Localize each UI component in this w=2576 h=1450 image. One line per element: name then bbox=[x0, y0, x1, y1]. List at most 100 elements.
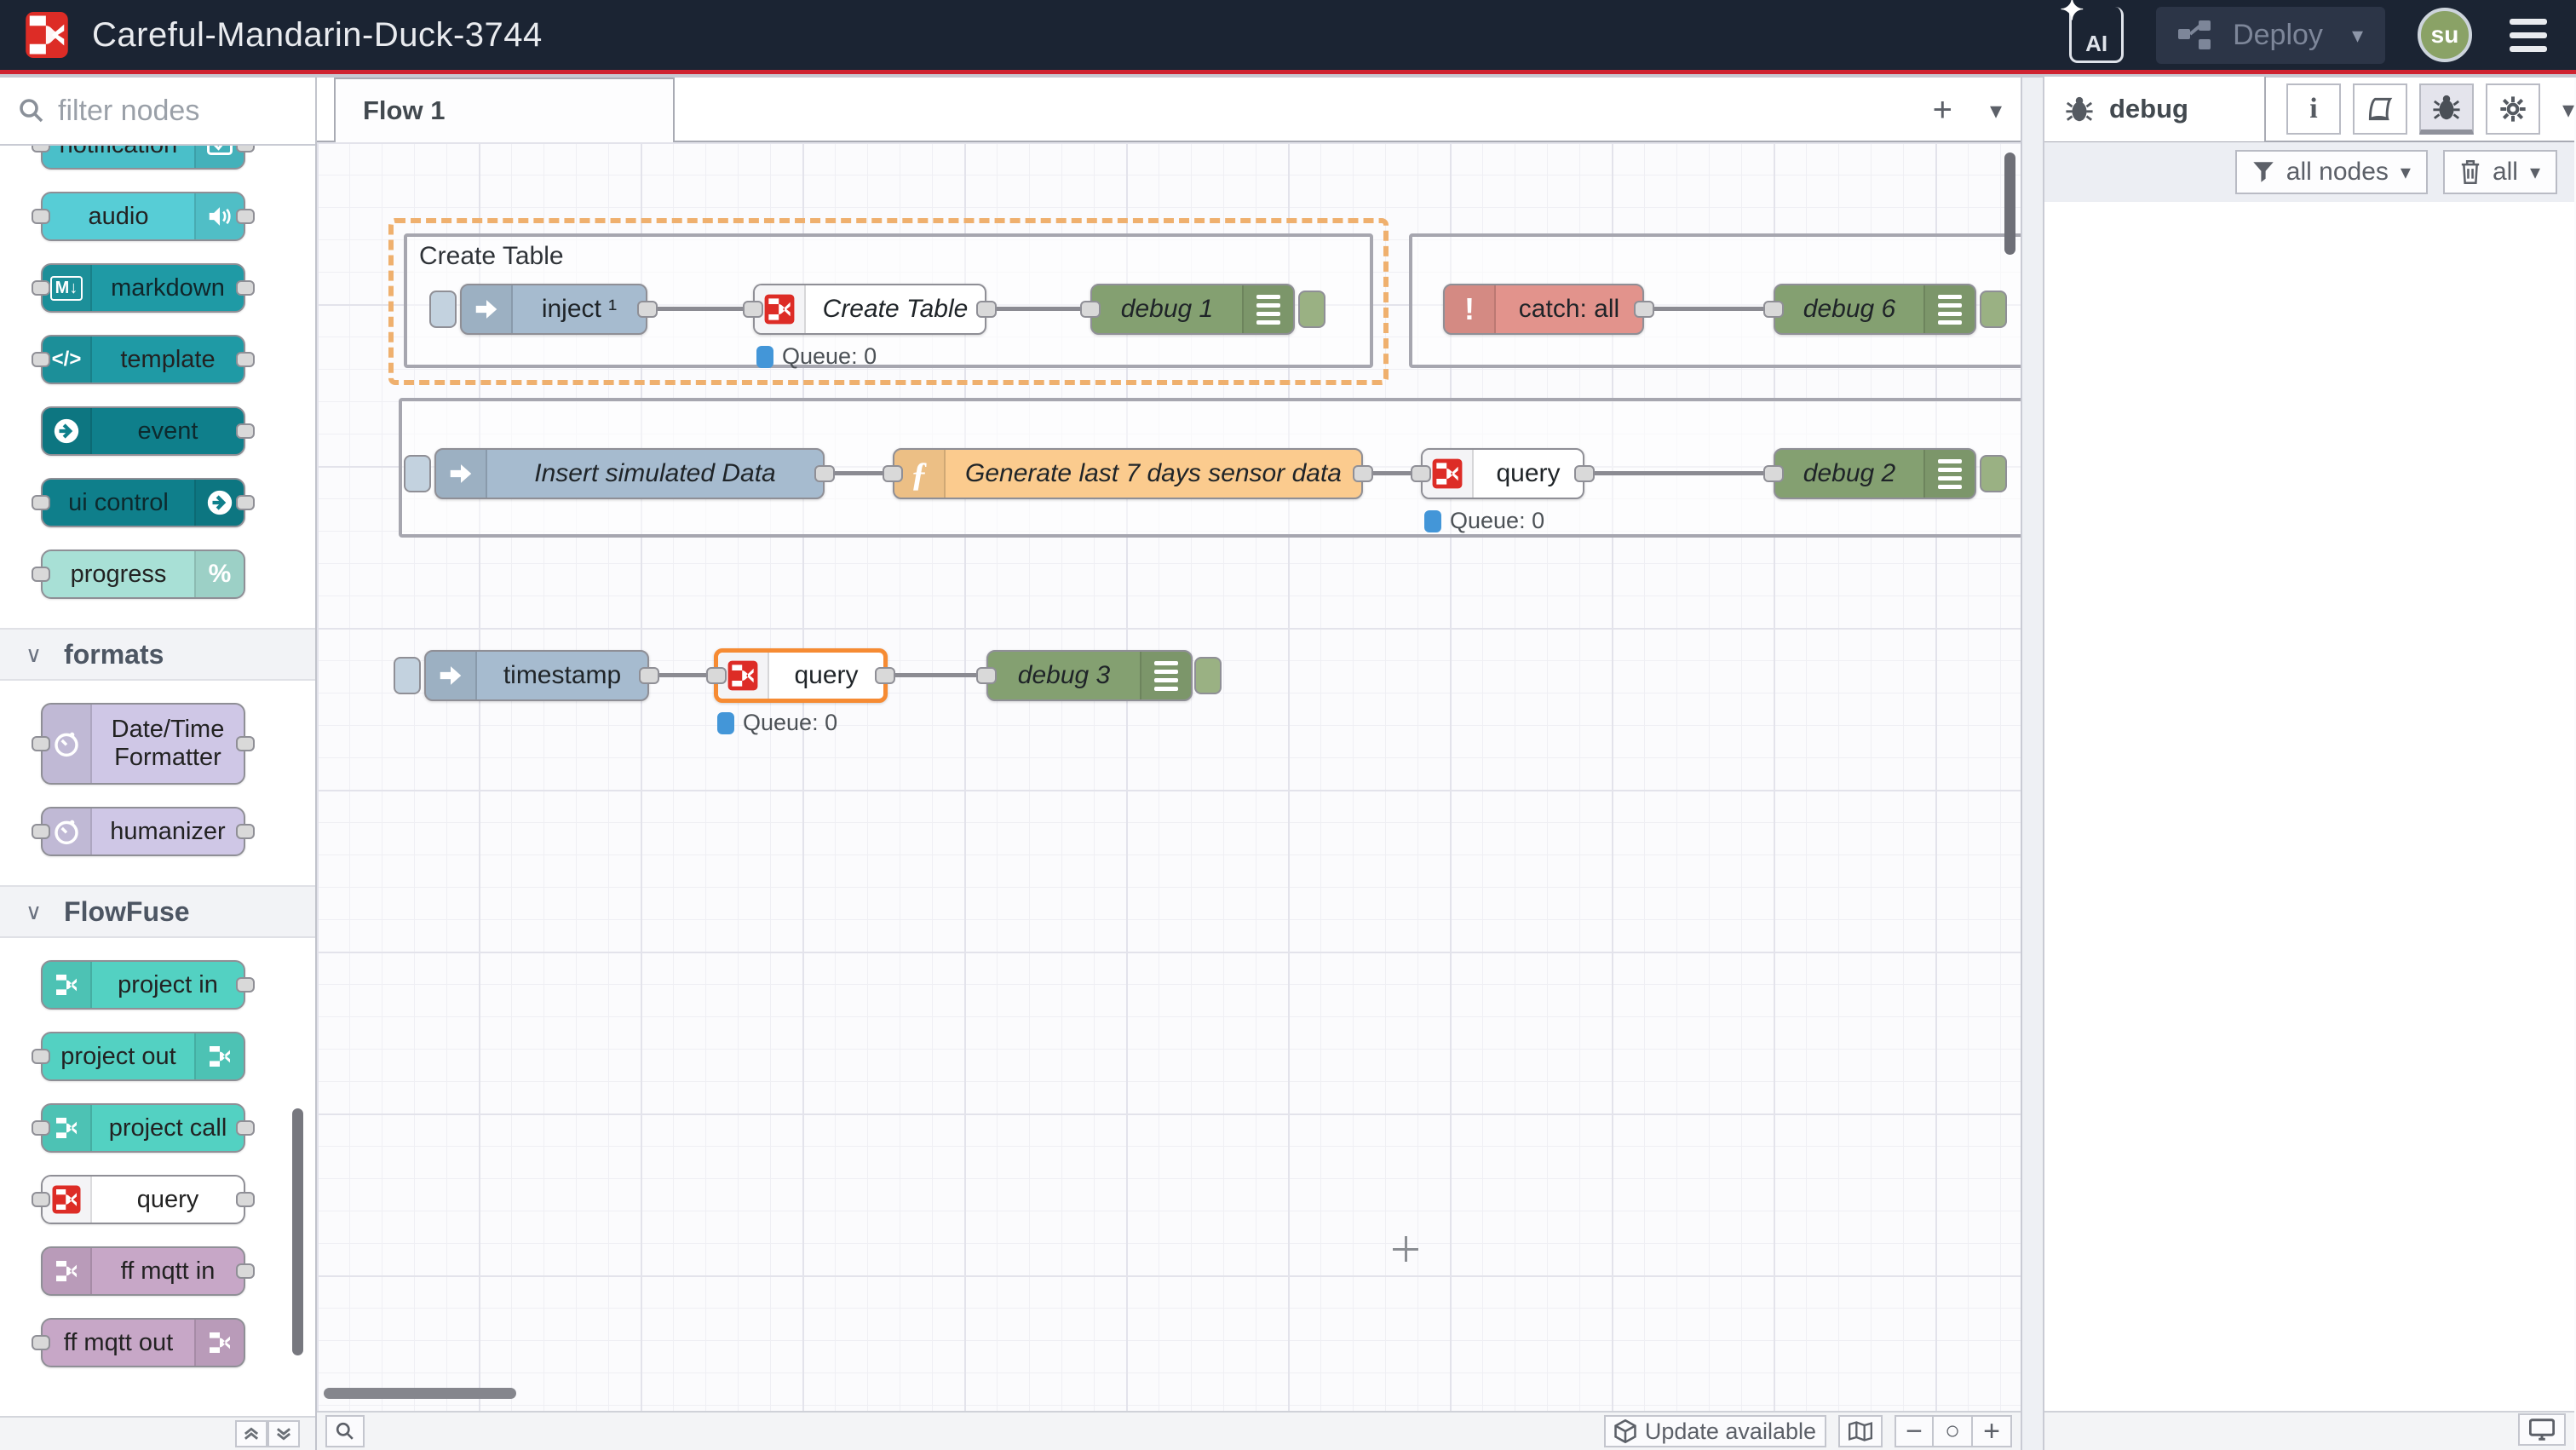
sidebar-tab-debug-messages[interactable] bbox=[2419, 83, 2474, 135]
flow-list-caret-icon[interactable]: ▾ bbox=[1990, 96, 2002, 124]
palette-search-input[interactable]: filter nodes bbox=[0, 78, 315, 146]
canvas-vertical-scrollbar[interactable] bbox=[2004, 152, 2015, 255]
canvas-search-button[interactable] bbox=[325, 1415, 365, 1447]
deploy-caret-icon[interactable]: ▾ bbox=[2352, 22, 2363, 49]
sidebar-tab-info[interactable]: i bbox=[2286, 83, 2341, 135]
palette-footer bbox=[0, 1416, 315, 1450]
arrow-circle-icon bbox=[43, 408, 92, 454]
node-palette: filter nodes notification audio bbox=[0, 78, 317, 1450]
info-icon: i bbox=[2309, 93, 2317, 125]
zoom-out-button[interactable]: − bbox=[1895, 1415, 1934, 1447]
canvas-horizontal-scrollbar[interactable] bbox=[324, 1388, 516, 1399]
inject-trigger-button[interactable] bbox=[404, 455, 431, 492]
wire[interactable] bbox=[988, 307, 1090, 311]
node-query-2[interactable]: query bbox=[1421, 448, 1584, 499]
palette-node-datetime-formatter[interactable]: Date/Time Formatter bbox=[41, 703, 245, 785]
book-icon bbox=[2366, 96, 2394, 122]
wire[interactable] bbox=[654, 307, 755, 311]
sidebar-tab-debug[interactable]: debug bbox=[2044, 77, 2266, 141]
node-insert-simulated-data[interactable]: Insert simulated Data bbox=[434, 448, 825, 499]
zoom-in-button[interactable]: + bbox=[1973, 1415, 2012, 1447]
node-debug-1[interactable]: debug 1 bbox=[1090, 284, 1295, 335]
palette-node-ff-mqtt-in[interactable]: ff mqtt in bbox=[41, 1246, 245, 1296]
status-dot bbox=[1424, 510, 1441, 532]
inject-trigger-button[interactable] bbox=[429, 291, 457, 328]
palette-node-template[interactable]: </> template bbox=[41, 335, 245, 384]
palette-node-audio[interactable]: audio bbox=[41, 192, 245, 241]
update-available-button[interactable]: Update available bbox=[1604, 1415, 1826, 1447]
node-create-table[interactable]: Create Table bbox=[753, 284, 986, 335]
node-debug-3[interactable]: debug 3 bbox=[986, 650, 1193, 701]
sidebar-menu-caret-icon[interactable]: ▾ bbox=[2562, 95, 2574, 124]
node-debug-2[interactable]: debug 2 bbox=[1774, 448, 1976, 499]
sidebar-splitter-handle[interactable] bbox=[2021, 78, 2044, 1450]
chevron-down-icon: ∨ bbox=[26, 899, 42, 925]
palette-expand-all-button[interactable] bbox=[267, 1420, 300, 1447]
debug-toggle-button[interactable] bbox=[1980, 455, 2007, 492]
palette-section-flowfuse[interactable]: ∨ FlowFuse bbox=[0, 885, 315, 938]
debug-toggle-button[interactable] bbox=[1194, 657, 1222, 694]
deploy-button[interactable]: Deploy ▾ bbox=[2156, 7, 2385, 64]
wire[interactable] bbox=[1584, 471, 1775, 475]
palette-scroll-area[interactable]: notification audio M↓ bbox=[0, 146, 315, 1382]
user-avatar[interactable]: su bbox=[2418, 8, 2472, 62]
node-inject-1[interactable]: inject ¹ bbox=[460, 284, 647, 335]
debug-toggle-button[interactable] bbox=[1980, 291, 2007, 328]
wire[interactable] bbox=[1647, 307, 1775, 311]
palette-node-event[interactable]: event bbox=[41, 406, 245, 456]
palette-node-ff-mqtt-out[interactable]: ff mqtt out bbox=[41, 1318, 245, 1367]
sidebar-tab-config[interactable] bbox=[2486, 83, 2540, 135]
debug-sidebar: debug i bbox=[2044, 78, 2574, 1450]
debug-filter-bar: all nodes ▾ all ▾ bbox=[2044, 142, 2574, 202]
funnel-icon bbox=[2252, 161, 2274, 183]
monitor-icon bbox=[2529, 1418, 2555, 1441]
chevron-down-icon: ∨ bbox=[26, 642, 42, 668]
node-status: Queue: 0 bbox=[1424, 508, 1544, 534]
debug-output-icon bbox=[1923, 285, 1975, 333]
debug-filter-button[interactable]: all nodes ▾ bbox=[2235, 150, 2428, 194]
tab-flow-1[interactable]: Flow 1 bbox=[334, 78, 675, 142]
bug-icon bbox=[2432, 93, 2461, 122]
navigator-map-button[interactable] bbox=[1838, 1415, 1883, 1447]
palette-node-project-out[interactable]: project out bbox=[41, 1032, 245, 1081]
flowfuse-icon bbox=[194, 1320, 244, 1366]
debug-toggle-button[interactable] bbox=[1298, 291, 1325, 328]
flow-canvas[interactable]: Create Table injec bbox=[317, 142, 2021, 1411]
debug-message-list[interactable] bbox=[2044, 202, 2574, 1375]
node-query-selected[interactable]: query bbox=[714, 648, 888, 703]
palette-node-query[interactable]: query bbox=[41, 1175, 245, 1224]
palette-node-notification[interactable]: notification bbox=[41, 146, 245, 170]
main-menu-button[interactable] bbox=[2504, 14, 2552, 57]
exclamation-icon: ! bbox=[1445, 285, 1496, 333]
inject-icon bbox=[436, 450, 487, 498]
node-debug-6[interactable]: debug 6 bbox=[1774, 284, 1976, 335]
sidebar-tab-help[interactable] bbox=[2353, 83, 2407, 135]
palette-node-project-call[interactable]: project call bbox=[41, 1103, 245, 1153]
caret-down-icon: ▾ bbox=[2530, 160, 2540, 185]
node-generate-sensor-data[interactable]: ƒ Generate last 7 days sensor data bbox=[893, 448, 1363, 499]
inject-trigger-button[interactable] bbox=[394, 657, 421, 694]
wire[interactable] bbox=[888, 673, 988, 677]
palette-section-formats[interactable]: ∨ formats bbox=[0, 628, 315, 681]
debug-clear-button[interactable]: all ▾ bbox=[2443, 150, 2557, 194]
palette-collapse-all-button[interactable] bbox=[235, 1420, 267, 1447]
palette-node-progress[interactable]: progress % bbox=[41, 550, 245, 599]
sidebar-footer bbox=[2044, 1411, 2574, 1450]
gear-icon bbox=[2499, 95, 2527, 123]
palette-scrollbar[interactable] bbox=[292, 1108, 303, 1355]
palette-node-markdown[interactable]: M↓ markdown bbox=[41, 263, 245, 313]
palette-node-project-in[interactable]: project in bbox=[41, 960, 245, 1010]
flowfuse-icon bbox=[43, 962, 92, 1008]
ai-assistant-button[interactable]: ✦ AI bbox=[2069, 7, 2124, 63]
zoom-reset-button[interactable]: ○ bbox=[1934, 1415, 1973, 1447]
node-catch-all[interactable]: ! catch: all bbox=[1443, 284, 1644, 335]
debug-output-icon bbox=[1923, 450, 1975, 498]
add-flow-button[interactable]: + bbox=[1933, 91, 1952, 129]
node-timestamp[interactable]: timestamp bbox=[424, 650, 649, 701]
palette-node-ui-control[interactable]: ui control bbox=[41, 478, 245, 527]
open-dashboard-button[interactable] bbox=[2518, 1413, 2566, 1446]
palette-node-humanizer[interactable]: humanizer bbox=[41, 807, 245, 856]
cursor-crosshair bbox=[1393, 1236, 1418, 1262]
zoom-controls: − ○ + bbox=[1895, 1415, 2012, 1447]
sidebar-header: debug i bbox=[2044, 78, 2574, 142]
